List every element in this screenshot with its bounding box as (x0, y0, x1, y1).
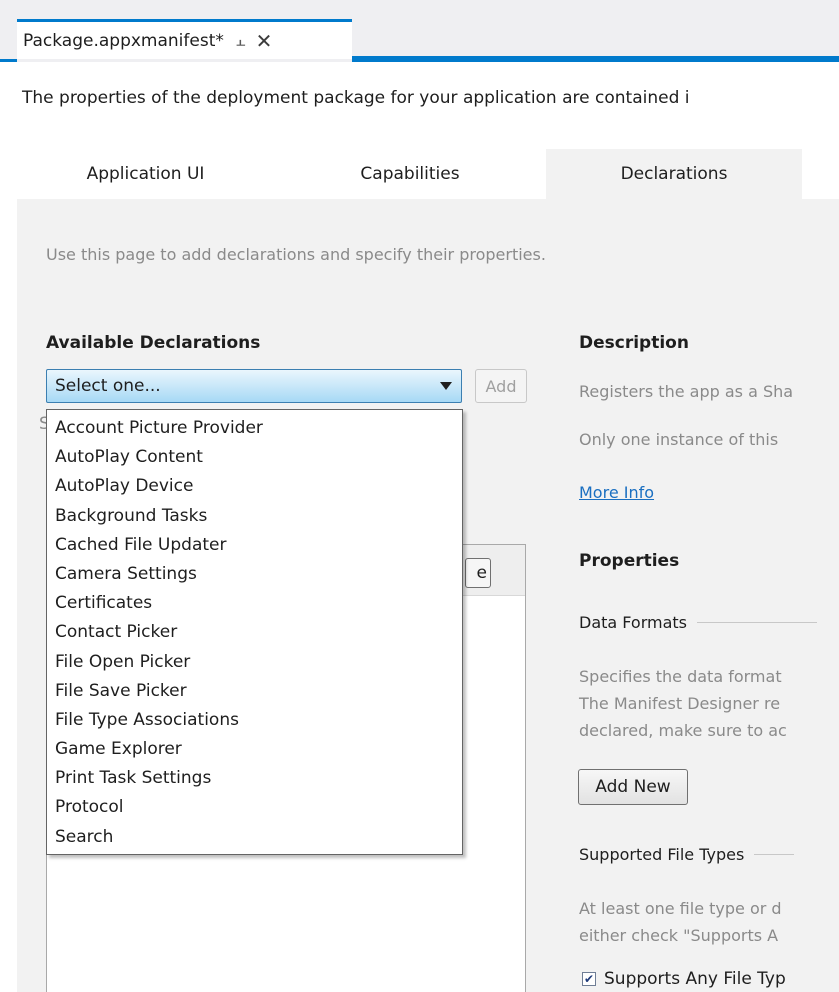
section-tabs: Application UI Capabilities Declarations (17, 149, 839, 199)
select-value: Select one... (55, 376, 161, 396)
tab-application-ui-label: Application UI (86, 164, 205, 184)
dropdown-option[interactable]: File Open Picker (47, 648, 462, 677)
data-formats-text-3: declared, make sure to ac (579, 721, 787, 740)
description-line-1: Registers the app as a Sha (579, 382, 794, 401)
more-info-link[interactable]: More Info (579, 483, 654, 502)
add-button[interactable]: Add (475, 369, 527, 403)
dropdown-option[interactable]: Cached File Updater (47, 531, 462, 560)
supports-any-file-type-row[interactable]: ✔ Supports Any File Typ (582, 969, 786, 989)
supported-file-types-group: Supported File Types (579, 845, 795, 864)
data-formats-label: Data Formats (579, 613, 688, 632)
tab-declarations[interactable]: Declarations (546, 149, 802, 199)
data-formats-group: Data Formats (579, 613, 818, 632)
document-tabstrip: Package.appxmanifest* ⫠ ✕ (0, 0, 839, 66)
dropdown-option[interactable]: Search (47, 823, 462, 852)
manifest-intro-text: The properties of the deployment package… (22, 88, 690, 108)
properties-heading: Properties (579, 551, 680, 571)
dropdown-option[interactable]: Game Explorer (47, 735, 462, 764)
available-declarations-heading: Available Declarations (46, 333, 261, 353)
dropdown-option[interactable]: Camera Settings (47, 560, 462, 589)
dropdown-option[interactable]: Account Picture Provider (47, 414, 462, 443)
declarations-dropdown-list[interactable]: Account Picture Provider AutoPlay Content… (46, 409, 463, 855)
pin-icon[interactable]: ⫠ (236, 31, 246, 51)
dropdown-option[interactable]: Protocol (47, 793, 462, 822)
declarations-select[interactable]: Select one... (46, 369, 462, 403)
document-tab[interactable]: Package.appxmanifest* ⫠ ✕ (17, 19, 352, 59)
dropdown-option[interactable]: File Type Associations (47, 706, 462, 735)
manifest-designer-window: Package.appxmanifest* ⫠ ✕ The properties… (0, 0, 839, 992)
group-divider (754, 854, 795, 855)
supports-any-file-type-label: Supports Any File Typ (604, 969, 786, 989)
dropdown-option[interactable]: Print Task Settings (47, 764, 462, 793)
dropdown-option[interactable]: Contact Picker (47, 618, 462, 647)
tab-application-ui[interactable]: Application UI (17, 149, 274, 199)
chevron-down-icon (440, 382, 452, 390)
group-divider (697, 622, 818, 623)
tab-capabilities-label: Capabilities (360, 164, 460, 184)
dropdown-option[interactable]: AutoPlay Device (47, 472, 462, 501)
file-types-text-2: either check "Supports A (579, 926, 779, 945)
data-formats-text-1: Specifies the data format (579, 667, 782, 686)
close-icon[interactable]: ✕ (256, 29, 273, 53)
tab-declarations-label: Declarations (620, 164, 728, 184)
description-line-2: Only one instance of this (579, 430, 779, 449)
remove-button[interactable]: e (465, 558, 491, 588)
page-hint: Use this page to add declarations and sp… (46, 245, 546, 264)
dropdown-option[interactable]: AutoPlay Content (47, 443, 462, 472)
add-new-button[interactable]: Add New (578, 769, 688, 805)
supported-file-types-label: Supported File Types (579, 845, 745, 864)
dropdown-option[interactable]: Certificates (47, 589, 462, 618)
file-types-text-1: At least one file type or d (579, 899, 782, 918)
tab-capabilities[interactable]: Capabilities (274, 149, 546, 199)
description-heading: Description (579, 333, 689, 353)
dropdown-option[interactable]: File Save Picker (47, 677, 462, 706)
data-formats-text-2: The Manifest Designer re (579, 694, 781, 713)
dropdown-option[interactable]: Background Tasks (47, 502, 462, 531)
supports-any-file-type-checkbox[interactable]: ✔ (582, 972, 596, 986)
document-tab-title: Package.appxmanifest* (23, 30, 224, 51)
